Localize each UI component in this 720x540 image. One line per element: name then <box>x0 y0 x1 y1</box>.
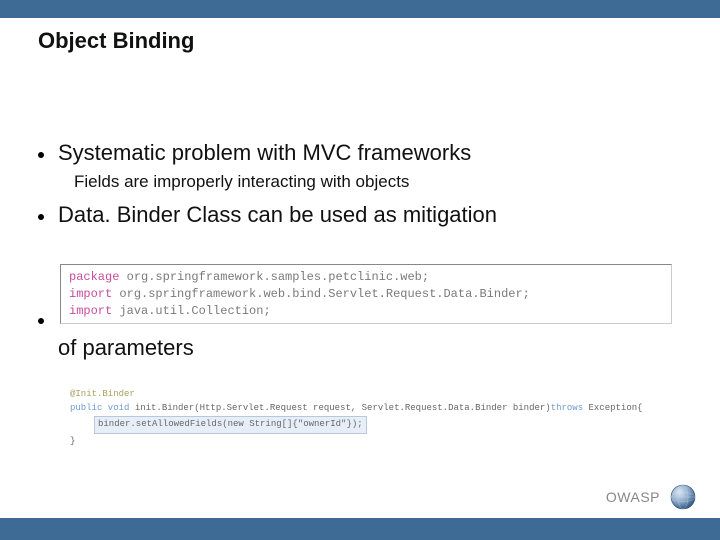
bullet-1-text: Systematic problem with MVC frameworks <box>58 140 471 166</box>
keyword-import: import <box>69 304 112 318</box>
globe-icon <box>670 484 696 510</box>
bullet-2: Data. Binder Class can be used as mitiga… <box>38 202 682 228</box>
bottom-bar <box>0 518 720 540</box>
bullet-1-sub: Fields are improperly interacting with o… <box>74 172 682 192</box>
footer: OWASP <box>606 484 696 510</box>
code-line: } <box>70 435 670 449</box>
code-line: import java.util.Collection; <box>69 303 663 320</box>
keyword-package: package <box>69 270 119 284</box>
code-line: import org.springframework.web.bind.Serv… <box>69 286 663 303</box>
slide: Object Binding Systematic problem with M… <box>0 0 720 540</box>
slide-title: Object Binding <box>38 28 194 54</box>
method-sig: init.Binder(Http.Servlet.Request request… <box>129 403 550 413</box>
code-line: binder.setAllowedFields(new String[]{"ow… <box>70 415 670 435</box>
code-line: package org.springframework.samples.petc… <box>69 269 663 286</box>
code-line: @Init.Binder <box>70 388 670 402</box>
bullet-2-text: Data. Binder Class can be used as mitiga… <box>58 202 497 228</box>
keyword-public-void: public void <box>70 403 129 413</box>
code-line: public void init.Binder(Http.Servlet.Req… <box>70 402 670 416</box>
annotation: @Init.Binder <box>70 389 135 399</box>
bullet-dot-icon <box>38 152 44 158</box>
import-path: java.util.Collection; <box>112 304 270 318</box>
bullet-list: Systematic problem with MVC frameworks F… <box>38 140 682 234</box>
bullet-dot-icon <box>38 318 44 324</box>
footer-label: OWASP <box>606 489 660 505</box>
code-snippet-imports: package org.springframework.samples.petc… <box>60 264 672 324</box>
bullet-3 <box>38 306 58 324</box>
keyword-import: import <box>69 287 112 301</box>
bullet-1: Systematic problem with MVC frameworks <box>38 140 682 166</box>
exception-part: Exception{ <box>583 403 642 413</box>
keyword-throws: throws <box>551 403 583 413</box>
code-snippet-initbinder: @Init.Binder public void init.Binder(Htt… <box>70 388 670 448</box>
of-parameters-text: of parameters <box>58 335 194 361</box>
top-bar <box>0 0 720 18</box>
package-path: org.springframework.samples.petclinic.we… <box>119 270 429 284</box>
bullet-dot-icon <box>38 214 44 220</box>
import-path: org.springframework.web.bind.Servlet.Req… <box>112 287 530 301</box>
highlighted-call: binder.setAllowedFields(new String[]{"ow… <box>94 416 367 434</box>
